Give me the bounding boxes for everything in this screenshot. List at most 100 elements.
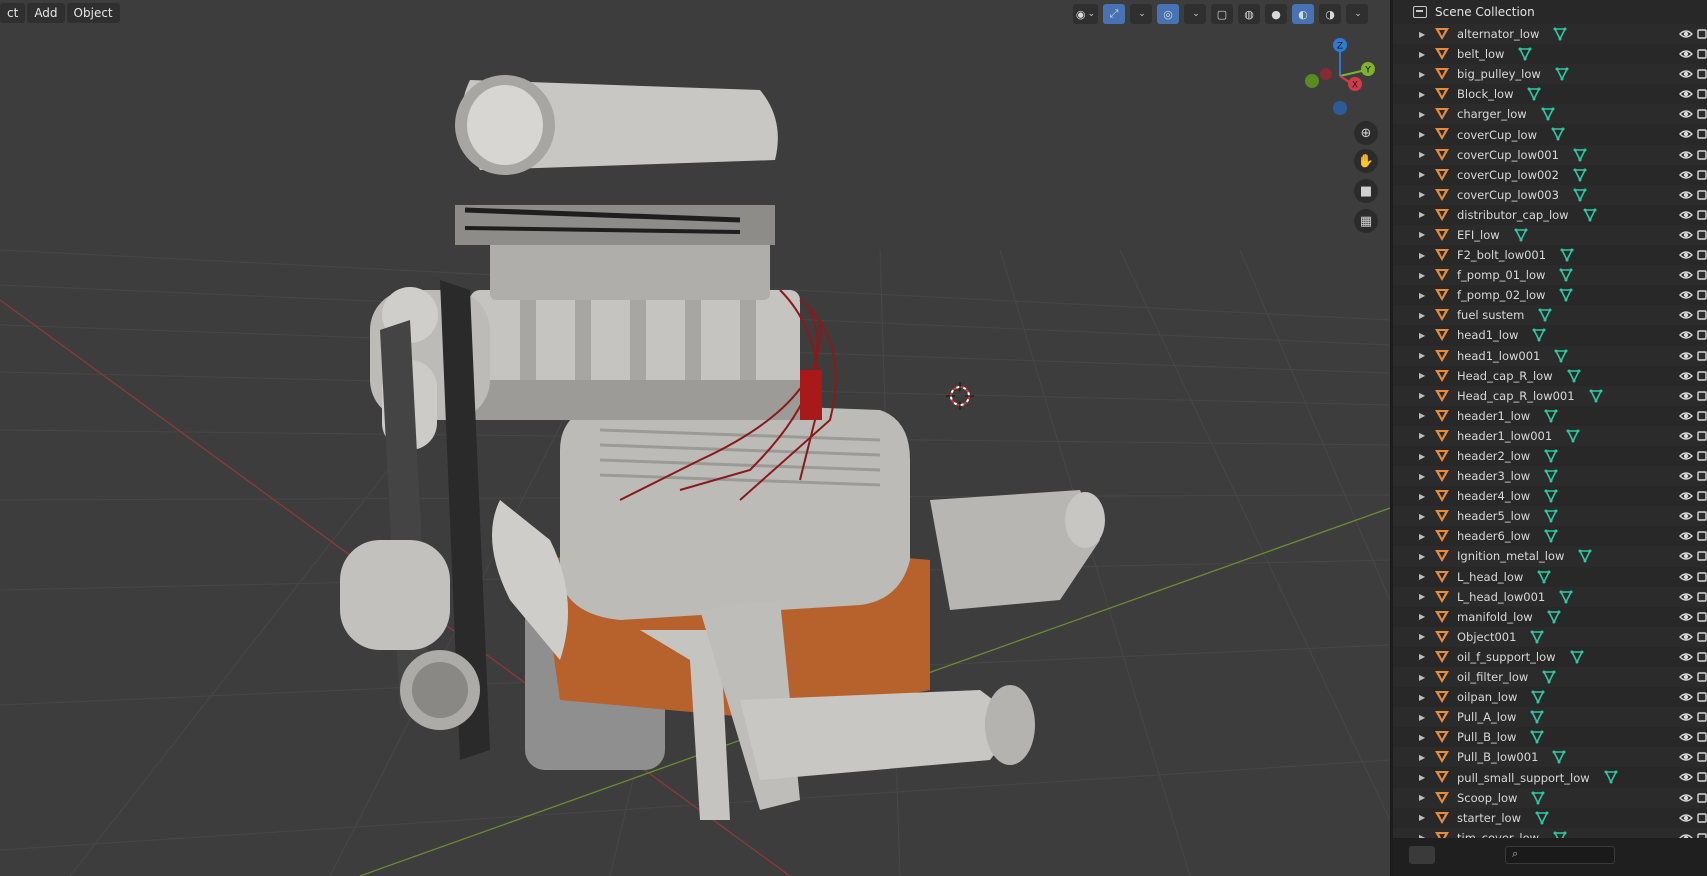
mesh-data-icon[interactable]	[1535, 811, 1549, 825]
outliner-item[interactable]: ▶ coverCup_low002	[1393, 164, 1707, 185]
visibility-eye-icon[interactable]	[1679, 449, 1693, 463]
visibility-eye-icon[interactable]	[1679, 107, 1693, 121]
mesh-data-icon[interactable]	[1531, 791, 1545, 805]
render-camera-icon[interactable]	[1697, 792, 1707, 804]
outliner-item[interactable]: ▶ coverCup_low	[1393, 124, 1707, 145]
visibility-eye-icon[interactable]	[1679, 148, 1693, 162]
visibility-eye-icon[interactable]	[1679, 770, 1693, 784]
mesh-data-icon[interactable]	[1544, 509, 1558, 524]
render-camera-icon[interactable]	[1697, 249, 1707, 261]
visibility-eye-icon[interactable]	[1679, 730, 1693, 744]
expand-arrow-icon[interactable]: ▶	[1419, 30, 1425, 39]
expand-arrow-icon[interactable]: ▶	[1419, 693, 1425, 702]
render-camera-icon[interactable]	[1697, 550, 1707, 562]
render-camera-icon[interactable]	[1697, 611, 1707, 623]
expand-arrow-icon[interactable]: ▶	[1419, 773, 1425, 782]
render-camera-icon[interactable]	[1697, 631, 1707, 643]
expand-arrow-icon[interactable]: ▶	[1419, 190, 1425, 199]
outliner-item[interactable]: ▶ distributor_cap_low	[1393, 204, 1707, 225]
expand-arrow-icon[interactable]: ▶	[1419, 733, 1425, 742]
mesh-data-icon[interactable]	[1527, 87, 1541, 102]
render-camera-icon[interactable]	[1697, 289, 1707, 301]
render-camera-icon[interactable]	[1697, 48, 1707, 60]
pan-view-button[interactable]: ✋	[1354, 149, 1378, 173]
render-camera-icon[interactable]	[1697, 189, 1707, 201]
mesh-data-icon[interactable]	[1566, 429, 1580, 443]
visibility-eye-icon[interactable]	[1679, 188, 1693, 202]
visibility-eye-icon[interactable]	[1679, 288, 1693, 302]
mesh-data-icon[interactable]	[1559, 268, 1573, 282]
render-camera-icon[interactable]	[1697, 530, 1707, 542]
visibility-eye-icon[interactable]	[1679, 27, 1693, 41]
mesh-data-icon[interactable]	[1559, 288, 1573, 303]
mesh-data-icon[interactable]	[1542, 670, 1556, 684]
shading-dropdown[interactable]: ⌄	[1346, 4, 1368, 24]
mesh-data-icon[interactable]	[1570, 650, 1584, 664]
camera-view-button[interactable]: ■	[1354, 179, 1378, 203]
expand-arrow-icon[interactable]: ▶	[1419, 130, 1425, 139]
visibility-eye-icon[interactable]	[1679, 710, 1693, 724]
mesh-data-icon[interactable]	[1514, 228, 1528, 242]
outliner-item[interactable]: ▶ coverCup_low003	[1393, 184, 1707, 205]
render-camera-icon[interactable]	[1697, 450, 1707, 462]
gizmo-dropdown[interactable]: ⌄	[1130, 4, 1152, 24]
expand-arrow-icon[interactable]: ▶	[1419, 411, 1425, 420]
render-camera-icon[interactable]	[1697, 510, 1707, 522]
show-overlays-button[interactable]: ◎	[1157, 4, 1179, 24]
expand-arrow-icon[interactable]: ▶	[1419, 431, 1425, 440]
mesh-data-icon[interactable]	[1544, 469, 1558, 483]
visibility-eye-icon[interactable]	[1679, 630, 1693, 644]
outliner-item[interactable]: ▶ Pull_B_low001	[1393, 747, 1707, 768]
outliner-item[interactable]: ▶ oil_f_support_low	[1393, 646, 1707, 667]
render-camera-icon[interactable]	[1697, 591, 1707, 603]
expand-arrow-icon[interactable]: ▶	[1419, 532, 1425, 541]
expand-arrow-icon[interactable]: ▶	[1419, 572, 1425, 581]
render-camera-icon[interactable]	[1697, 28, 1707, 40]
render-camera-icon[interactable]	[1697, 711, 1707, 723]
outliner-item[interactable]: ▶ header3_low	[1393, 466, 1707, 487]
expand-arrow-icon[interactable]: ▶	[1419, 70, 1425, 79]
expand-arrow-icon[interactable]: ▶	[1419, 90, 1425, 99]
outliner-item[interactable]: ▶ header1_low001	[1393, 425, 1707, 446]
mesh-data-icon[interactable]	[1531, 690, 1545, 704]
visibility-eye-icon[interactable]	[1679, 228, 1693, 242]
outliner-item[interactable]: ▶ head1_low	[1393, 325, 1707, 346]
expand-arrow-icon[interactable]: ▶	[1419, 652, 1425, 661]
visibility-eye-icon[interactable]	[1679, 650, 1693, 664]
expand-arrow-icon[interactable]: ▶	[1419, 311, 1425, 320]
visibility-eye-icon[interactable]	[1679, 791, 1693, 805]
outliner-item[interactable]: ▶ head1_low001	[1393, 345, 1707, 366]
mesh-data-icon[interactable]	[1537, 570, 1551, 584]
visibility-eye-icon[interactable]	[1679, 168, 1693, 182]
mesh-data-icon[interactable]	[1573, 188, 1587, 202]
expand-arrow-icon[interactable]: ▶	[1419, 673, 1425, 682]
expand-arrow-icon[interactable]: ▶	[1419, 753, 1425, 762]
mesh-data-icon[interactable]	[1547, 610, 1561, 624]
expand-arrow-icon[interactable]: ▶	[1419, 632, 1425, 641]
shading-solid[interactable]: ●	[1265, 4, 1287, 24]
expand-arrow-icon[interactable]: ▶	[1419, 291, 1425, 300]
outliner-item[interactable]: ▶ f_pomp_02_low	[1393, 285, 1707, 306]
expand-arrow-icon[interactable]: ▶	[1419, 251, 1425, 260]
render-camera-icon[interactable]	[1697, 309, 1707, 321]
outliner-item[interactable]: ▶ starter_low	[1393, 807, 1707, 828]
visibility-eye-icon[interactable]	[1679, 509, 1693, 523]
visibility-eye-icon[interactable]	[1679, 369, 1693, 383]
render-camera-icon[interactable]	[1697, 751, 1707, 763]
outliner-item[interactable]: ▶ f_pomp_01_low	[1393, 265, 1707, 286]
visibility-eye-icon[interactable]	[1679, 87, 1693, 101]
outliner-item[interactable]: ▶ Object001	[1393, 626, 1707, 647]
outliner-item[interactable]: ▶ header5_low	[1393, 506, 1707, 527]
outliner-item[interactable]: ▶ manifold_low	[1393, 606, 1707, 627]
render-camera-icon[interactable]	[1697, 430, 1707, 442]
outliner-item[interactable]: ▶ header2_low	[1393, 445, 1707, 467]
mesh-data-icon[interactable]	[1544, 529, 1558, 544]
outliner-item[interactable]: ▶ alternator_low	[1393, 24, 1707, 45]
expand-arrow-icon[interactable]: ▶	[1419, 472, 1425, 481]
mesh-data-icon[interactable]	[1589, 389, 1603, 403]
mesh-data-icon[interactable]	[1573, 168, 1587, 182]
menu-select[interactable]: ct	[0, 3, 26, 23]
mesh-data-icon[interactable]	[1551, 127, 1565, 142]
expand-arrow-icon[interactable]: ▶	[1419, 552, 1425, 561]
visibility-eye-icon[interactable]	[1679, 409, 1693, 423]
